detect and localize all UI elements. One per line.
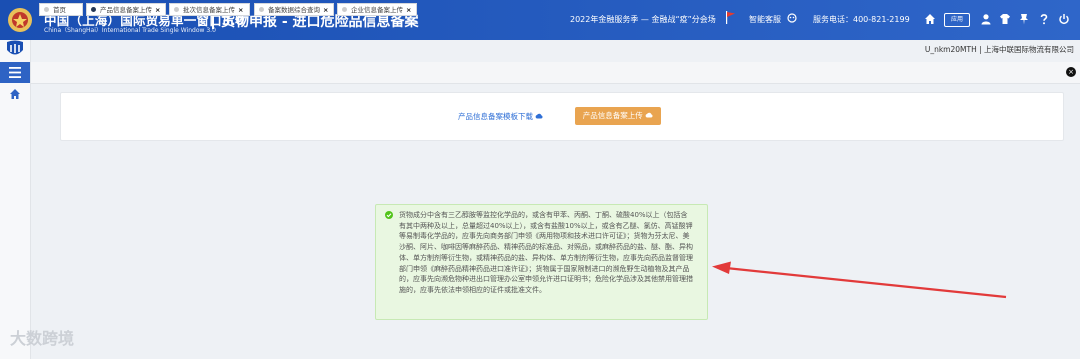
red-annotation-arrow — [712, 261, 1007, 299]
watermark-text: 大数跨境 — [10, 329, 75, 348]
